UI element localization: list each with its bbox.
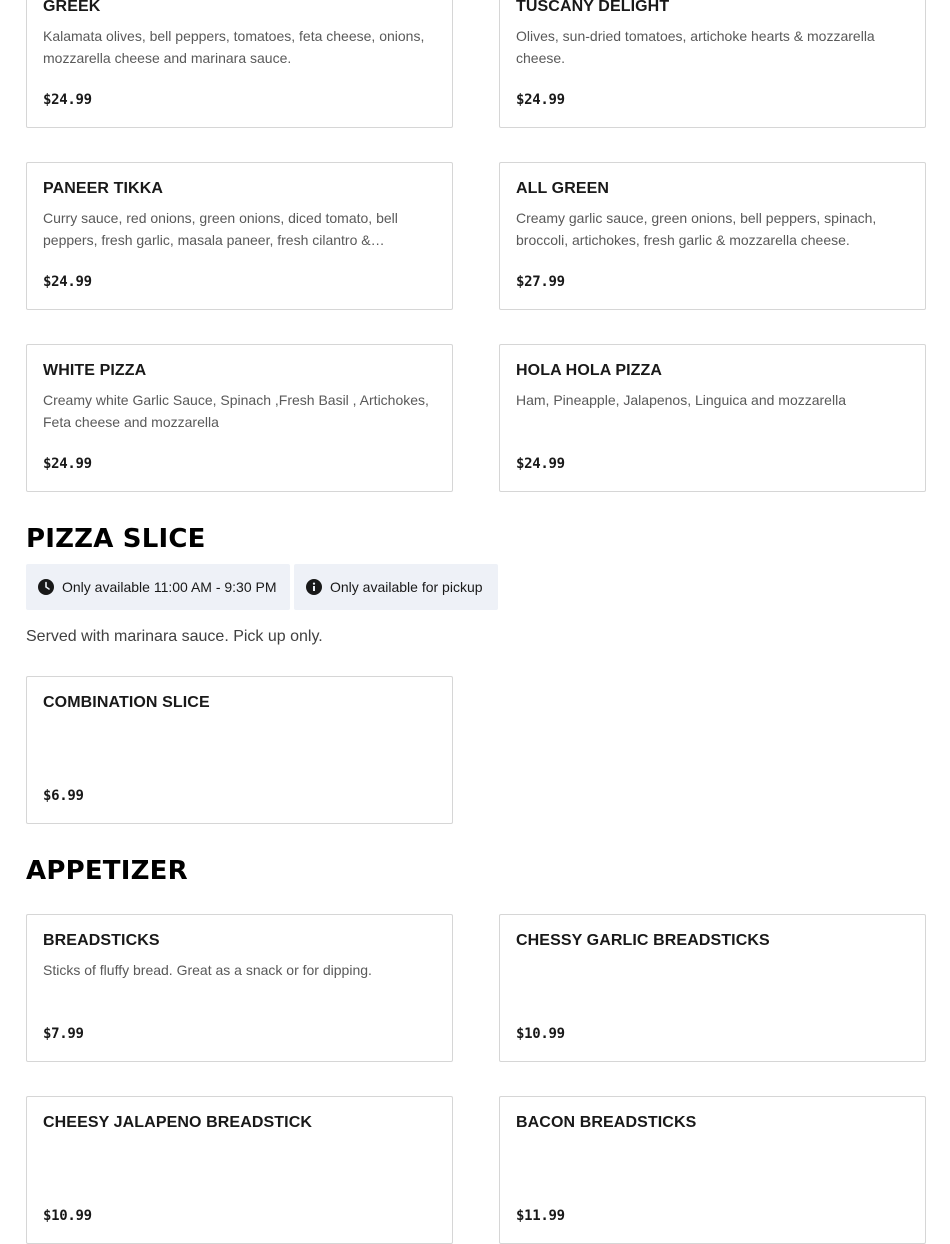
item-name: ALL GREEN <box>516 180 610 197</box>
availability-pickup-text: Only available for pickup <box>330 579 483 595</box>
item-name: COMBINATION SLICE <box>43 694 210 711</box>
section-description: Served with marinara sauce. Pick up only… <box>26 628 323 645</box>
item-description: Curry sauce, red onions, green onions, d… <box>43 210 398 248</box>
item-description: Kalamata olives, bell peppers, tomatoes,… <box>43 28 425 66</box>
item-name: TUSCANY DELIGHT <box>516 0 670 15</box>
menu-item-card[interactable]: ALL GREEN Creamy garlic sauce, green oni… <box>499 162 926 310</box>
item-price: $10.99 <box>43 1208 92 1224</box>
menu-item-card[interactable]: CHEESY JALAPENO BREADSTICK $10.99 <box>26 1096 453 1244</box>
menu-item-card[interactable]: BACON BREADSTICKS $11.99 <box>499 1096 926 1244</box>
menu-item-card[interactable]: WHITE PIZZA Creamy white Garlic Sauce, S… <box>26 344 453 492</box>
menu-item-card[interactable]: CHESSY GARLIC BREADSTICKS $10.99 <box>499 914 926 1062</box>
item-name: GREEK <box>43 0 101 15</box>
menu-item-card[interactable]: HOLA HOLA PIZZA Ham, Pineapple, Jalapeno… <box>499 344 926 492</box>
item-description: Olives, sun-dried tomatoes, artichoke he… <box>516 28 875 66</box>
item-price: $27.99 <box>516 274 565 290</box>
item-price: $7.99 <box>43 1026 84 1042</box>
availability-pickup-badge: Only available for pickup <box>294 564 498 610</box>
availability-hours-badge: Only available 11:00 AM - 9:30 PM <box>26 564 290 610</box>
item-name: WHITE PIZZA <box>43 362 147 379</box>
availability-hours-text: Only available 11:00 AM - 9:30 PM <box>62 579 277 595</box>
item-price: $24.99 <box>516 456 565 472</box>
section-title-appetizer: APPETIZER <box>26 856 188 886</box>
item-name: PANEER TIKKA <box>43 180 164 197</box>
item-name: CHESSY GARLIC BREADSTICKS <box>516 932 770 949</box>
menu-item-card[interactable]: PANEER TIKKA Curry sauce, red onions, gr… <box>26 162 453 310</box>
item-description: Creamy garlic sauce, green onions, bell … <box>516 210 877 248</box>
clock-icon <box>38 579 54 595</box>
item-name: CHEESY JALAPENO BREADSTICK <box>43 1114 313 1131</box>
menu-item-card[interactable]: COMBINATION SLICE $6.99 <box>26 676 453 824</box>
item-price: $11.99 <box>516 1208 565 1224</box>
menu-item-card[interactable]: TUSCANY DELIGHT Olives, sun-dried tomato… <box>499 0 926 128</box>
info-icon <box>306 579 322 595</box>
item-price: $24.99 <box>43 274 92 290</box>
item-price: $10.99 <box>516 1026 565 1042</box>
item-price: $24.99 <box>516 92 565 108</box>
item-description: Sticks of fluffy bread. Great as a snack… <box>43 962 372 978</box>
item-price: $24.99 <box>43 92 92 108</box>
menu-item-card[interactable]: BREADSTICKS Sticks of fluffy bread. Grea… <box>26 914 453 1062</box>
item-name: BACON BREADSTICKS <box>516 1114 697 1131</box>
item-price: $24.99 <box>43 456 92 472</box>
item-description: Ham, Pineapple, Jalapenos, Linguica and … <box>516 392 846 408</box>
item-name: BREADSTICKS <box>43 932 160 949</box>
item-description: Creamy white Garlic Sauce, Spinach ,Fres… <box>43 392 429 430</box>
section-title-pizza-slice: PIZZA SLICE <box>26 524 206 554</box>
menu-item-card[interactable]: GREEK Kalamata olives, bell peppers, tom… <box>26 0 453 128</box>
item-price: $6.99 <box>43 788 84 804</box>
item-name: HOLA HOLA PIZZA <box>516 362 663 379</box>
